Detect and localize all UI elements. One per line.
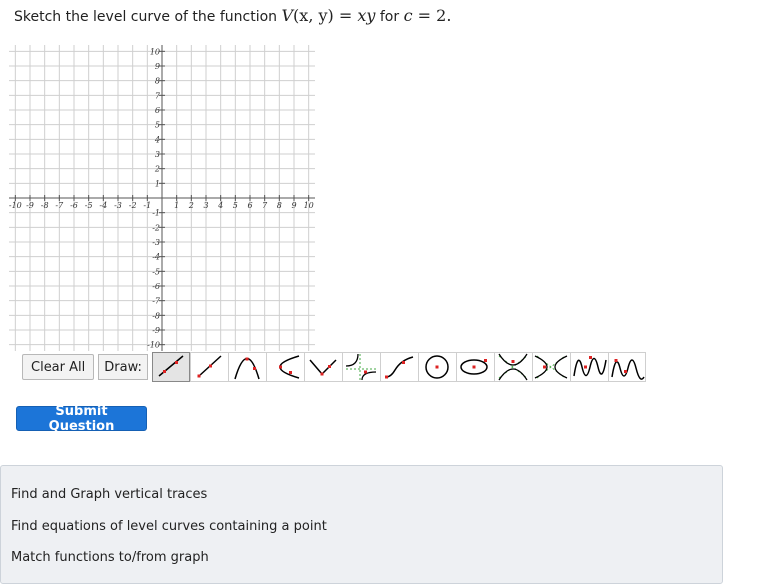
x-tick-label: 10 — [304, 201, 314, 210]
y-tick-label: -8 — [152, 311, 160, 320]
ellipse-tool-button[interactable] — [455, 352, 494, 382]
for-word: for — [379, 9, 400, 25]
y-tick-label: -7 — [152, 297, 161, 306]
line-tool-button[interactable] — [151, 352, 190, 382]
y-tick-label: 6 — [155, 106, 160, 115]
x-tick-label: -8 — [41, 201, 49, 210]
x-tick-label: -6 — [70, 201, 78, 210]
ellipse-tool-icon — [460, 359, 489, 375]
draw-toolbar: Clear All Draw: — [22, 352, 646, 382]
square-root-tool-icon — [385, 356, 414, 379]
related-link-level-curves[interactable]: Find equations of level curves containin… — [11, 519, 327, 534]
function-notation: V(x, y) = xy — [281, 6, 376, 25]
x-tick-label: 1 — [174, 201, 179, 210]
y-tick-label: 2 — [154, 165, 160, 174]
parabola-up-tool-icon — [234, 357, 261, 380]
question-prefix: Sketch the level curve of the function — [14, 9, 278, 25]
related-questions-panel: Find and Graph vertical traces Find equa… — [0, 465, 723, 584]
x-tick-label: -3 — [114, 201, 122, 210]
x-tick-label: 2 — [188, 201, 194, 210]
x-tick-label: 7 — [262, 201, 268, 210]
parabola-up-tool-button[interactable] — [227, 352, 266, 382]
x-tick-label: 4 — [217, 201, 223, 210]
ray-tool-button[interactable] — [189, 352, 228, 382]
x-tick-label: -2 — [129, 201, 137, 210]
draw-label: Draw: — [98, 354, 148, 380]
draw-tools — [151, 352, 646, 382]
rational-tool-icon — [346, 353, 377, 381]
vertical-hyperbola-tool-icon — [498, 353, 528, 381]
y-tick-label: 8 — [155, 77, 160, 86]
line-tool-icon — [158, 355, 184, 377]
square-root-tool-button[interactable] — [379, 352, 418, 382]
x-tick-label: 5 — [233, 201, 238, 210]
x-tick-label: -5 — [85, 201, 93, 210]
vertical-hyperbola-tool-button[interactable] — [493, 352, 532, 382]
y-tick-label: -9 — [152, 326, 160, 335]
y-tick-label: -2 — [152, 223, 160, 232]
y-tick-label: -10 — [147, 341, 160, 350]
sine-tool-button[interactable] — [569, 352, 608, 382]
clear-all-button[interactable]: Clear All — [22, 354, 95, 380]
y-tick-label: 10 — [150, 47, 160, 56]
x-tick-label: 3 — [203, 201, 208, 210]
cosine-tool-icon — [611, 359, 645, 380]
absolute-value-tool-icon — [309, 359, 337, 376]
ray-tool-icon — [197, 355, 222, 378]
x-tick-label: -1 — [143, 201, 151, 210]
y-tick-label: -4 — [152, 253, 160, 262]
x-tick-label: 9 — [291, 201, 296, 210]
y-tick-label: -1 — [152, 209, 160, 218]
circle-tool-button[interactable] — [417, 352, 456, 382]
related-link-vertical-traces[interactable]: Find and Graph vertical traces — [11, 487, 207, 502]
y-tick-label: 1 — [155, 179, 160, 188]
y-tick-label: 3 — [155, 150, 160, 159]
y-tick-label: 9 — [155, 62, 160, 71]
y-tick-label: 4 — [154, 135, 160, 144]
horizontal-hyperbola-tool-icon — [535, 355, 568, 379]
x-tick-label: 6 — [247, 201, 252, 210]
y-tick-label: -5 — [152, 267, 160, 276]
horizontal-parabola-tool-button[interactable] — [265, 352, 304, 382]
y-tick-label: -6 — [152, 282, 160, 291]
rational-tool-button[interactable] — [341, 352, 380, 382]
y-tick-label: -3 — [152, 238, 160, 247]
x-tick-label: -10 — [9, 201, 22, 210]
circle-tool-icon — [425, 355, 450, 379]
absolute-value-tool-button[interactable] — [303, 352, 342, 382]
y-tick-label: 5 — [155, 121, 160, 130]
horizontal-parabola-tool-icon — [279, 355, 300, 379]
x-tick-label: -9 — [26, 201, 34, 210]
horizontal-hyperbola-tool-button[interactable] — [531, 352, 570, 382]
x-tick-label: -4 — [99, 201, 107, 210]
related-link-match-functions[interactable]: Match functions to/from graph — [11, 550, 209, 565]
cosine-tool-button[interactable] — [607, 352, 646, 382]
question-text: Sketch the level curve of the function V… — [14, 6, 451, 27]
graph-canvas[interactable]: -10 -9 -8 -7 -6 -5 -4 -3 -2 -1 1 2 3 4 5 6 7 8 9 10 10 9 8 7 6 5 4… — [8, 44, 316, 352]
x-tick-label: -7 — [55, 201, 64, 210]
submit-question-button[interactable]: Submit Question — [16, 404, 147, 434]
sine-tool-icon — [573, 356, 608, 377]
x-tick-label: 8 — [277, 201, 282, 210]
graph-svg: -10 -9 -8 -7 -6 -5 -4 -3 -2 -1 1 2 3 4 5 6 7 8 9 1010987654… — [8, 44, 316, 352]
level-value: c = 2. — [403, 6, 452, 25]
